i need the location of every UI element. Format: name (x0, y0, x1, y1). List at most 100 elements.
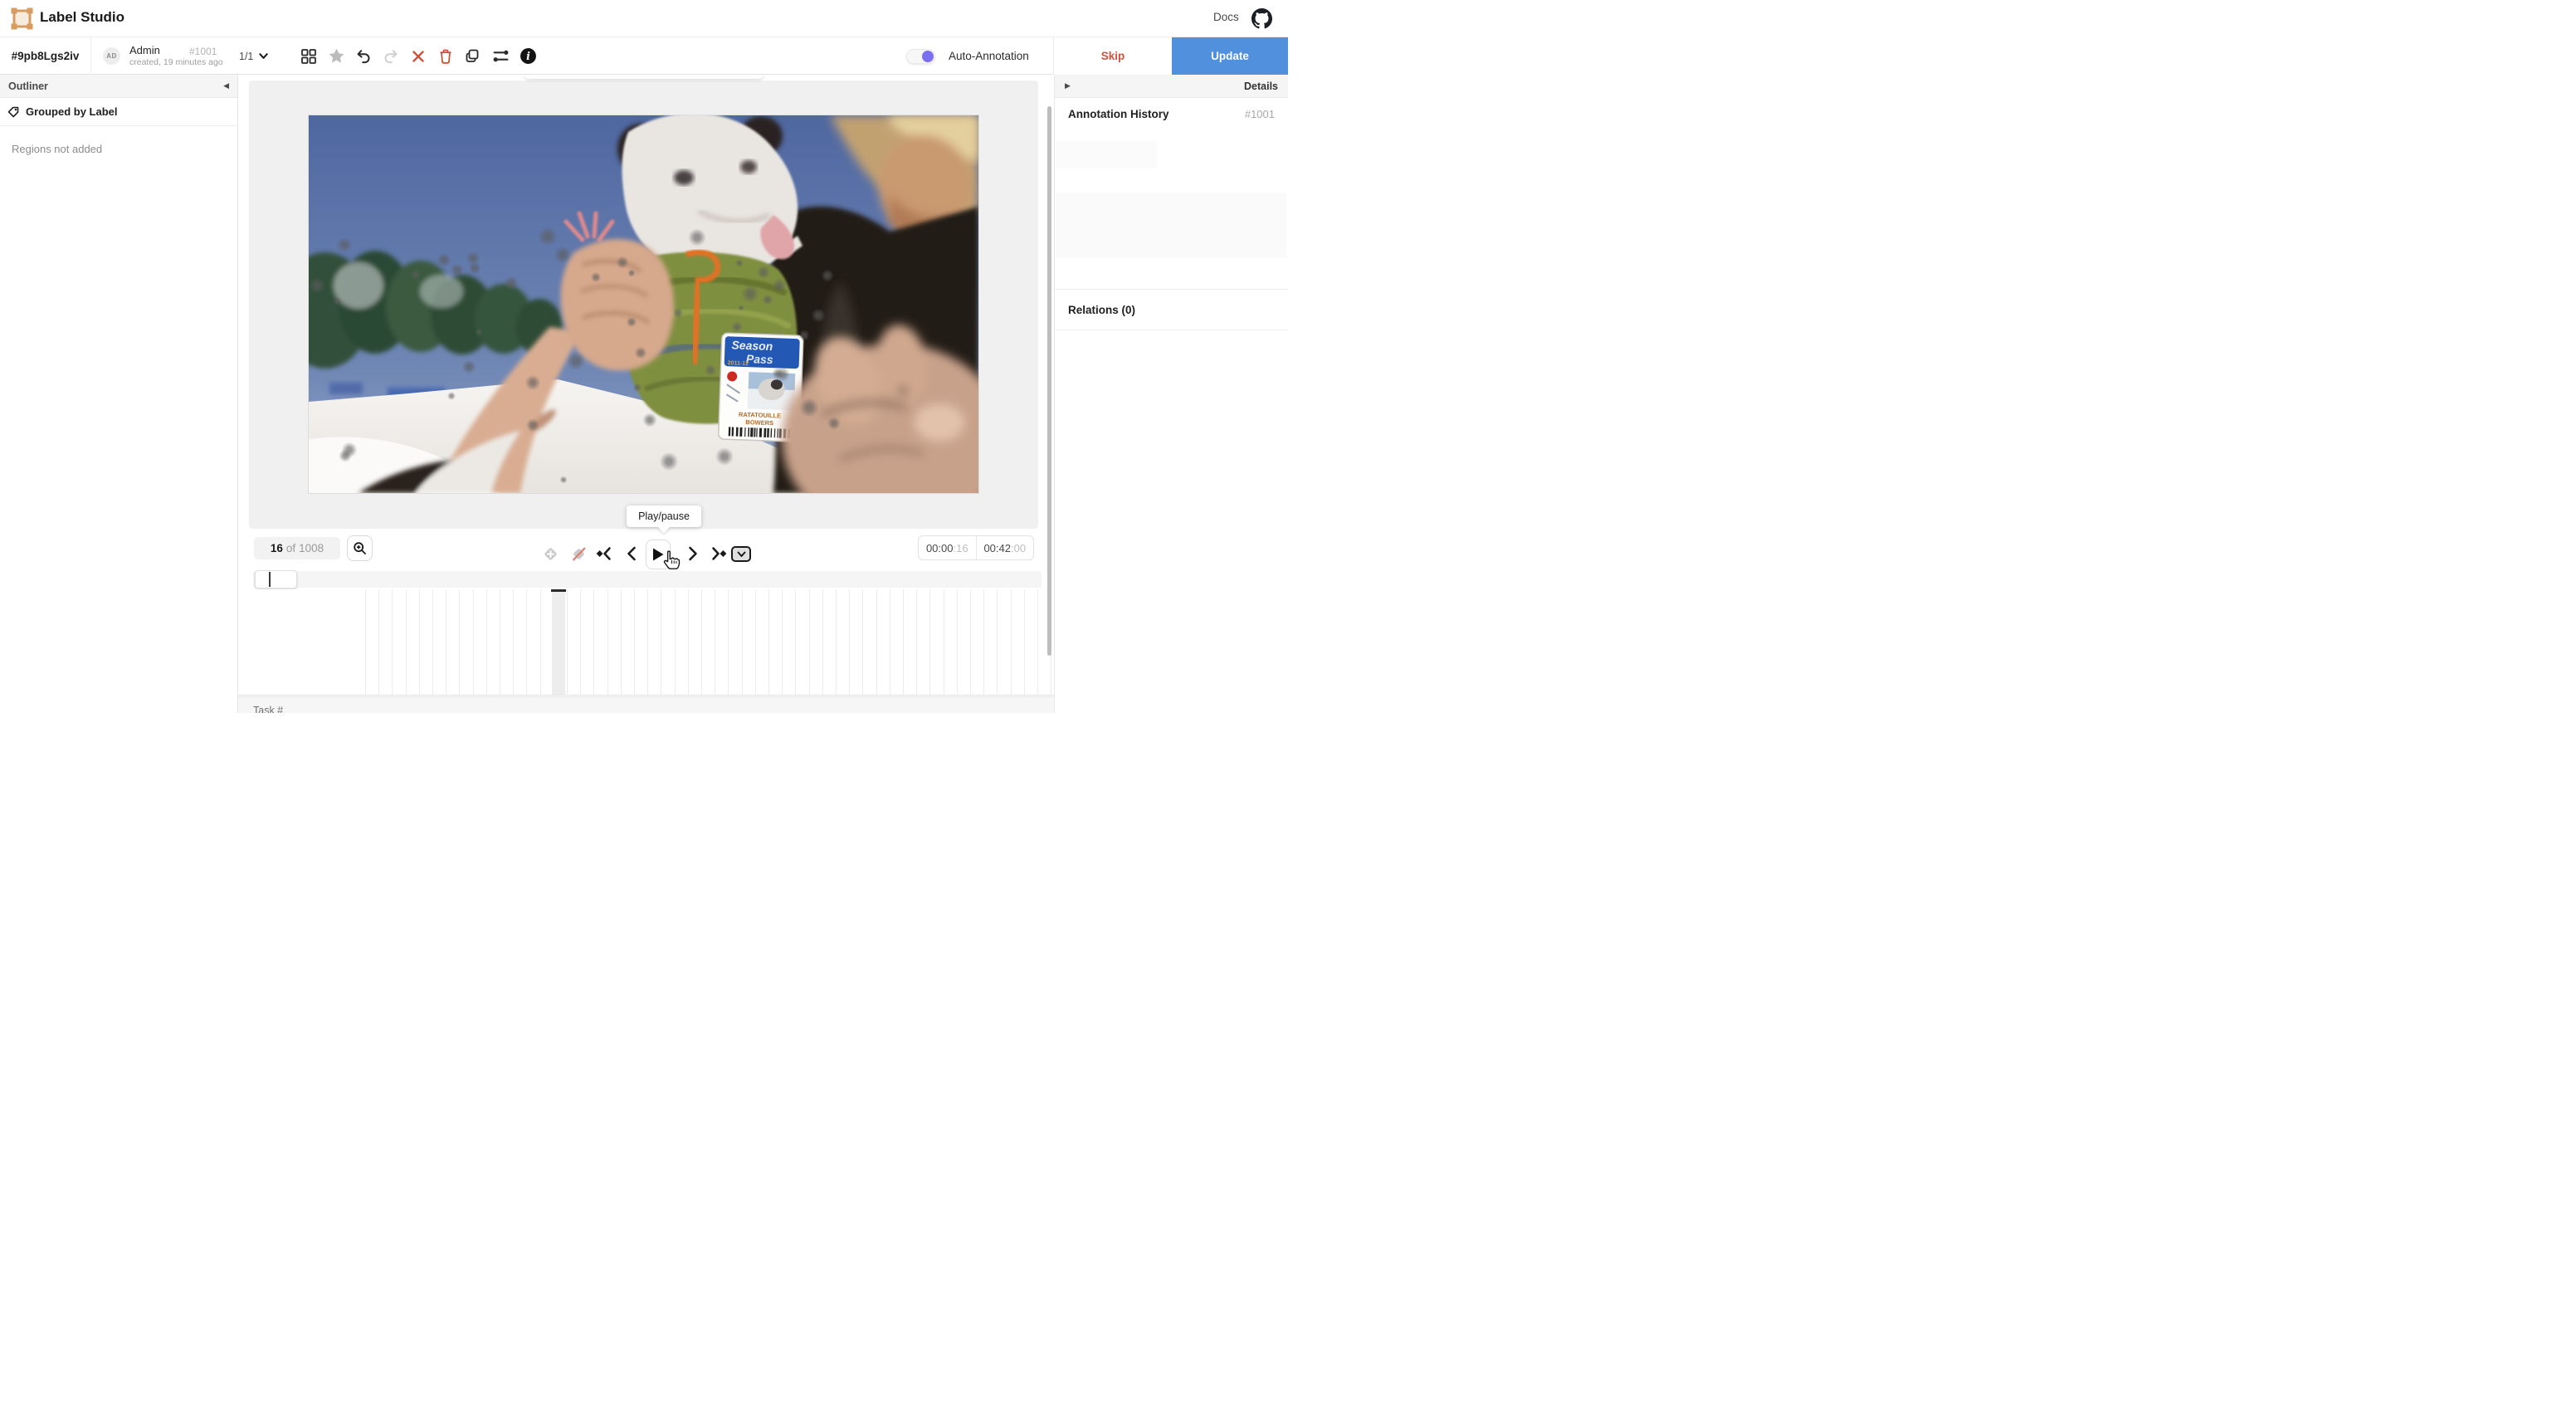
docs-link[interactable]: Docs (1213, 11, 1239, 23)
time-position: 00:00:16 (919, 536, 976, 559)
timeline-gridline (916, 589, 917, 696)
skip-button[interactable]: Skip (1053, 37, 1172, 75)
annotation-pager[interactable]: 1/1 (239, 37, 269, 75)
timeline-gridline (567, 589, 568, 696)
timeline-gridline (836, 589, 837, 696)
update-button[interactable]: Update (1172, 37, 1288, 75)
minimap-handle[interactable] (255, 570, 297, 588)
timeline-gridline (997, 589, 998, 696)
star-icon[interactable] (326, 46, 346, 66)
settings-icon[interactable] (490, 46, 510, 66)
timeline-gridline (486, 589, 487, 696)
regions-empty-message: Regions not added (0, 126, 237, 172)
timeline-gridline (701, 589, 702, 696)
timeline-gridline (580, 589, 581, 696)
timeline-gridline (432, 589, 433, 696)
github-icon[interactable] (1251, 8, 1272, 29)
toggle-track[interactable] (906, 49, 935, 64)
timeline-gridline (822, 589, 823, 696)
reject-icon[interactable] (408, 46, 428, 66)
outliner-panel: Outliner ◀ Grouped by Label Regions not … (0, 75, 238, 713)
task-bar: Task # (238, 696, 1054, 713)
timeline-gridline (540, 589, 541, 696)
timeline-gridline (392, 589, 393, 696)
duplicate-icon[interactable] (463, 46, 483, 66)
timeline-gridline (957, 589, 958, 696)
timeline-gridline (459, 589, 460, 696)
timeline-gridline (809, 589, 810, 696)
timeline-gridline (1011, 589, 1012, 696)
timeline-gridline (473, 589, 474, 696)
details-panel: ▶ Details Annotation History #1001 Relat… (1055, 75, 1288, 713)
svg-text:Season: Season (731, 338, 773, 353)
timeline-gridline (755, 589, 756, 696)
zoom-in-button[interactable] (347, 535, 373, 561)
time-display: 00:00:16 00:42:00 (918, 535, 1034, 560)
frame-counter[interactable]: 16 of 1008 (254, 537, 340, 559)
collapse-right-icon[interactable]: ▶ (1065, 81, 1071, 90)
vertical-scrollbar[interactable] (1047, 106, 1051, 656)
timeline-minimap[interactable] (253, 571, 1042, 588)
timeline-gridline (526, 589, 527, 696)
timeline-playhead-cap[interactable] (551, 589, 566, 592)
details-header: ▶ Details (1055, 75, 1288, 98)
annotation-history-id: #1001 (1245, 108, 1275, 120)
task-id: #9pb8Lgs2iv (0, 37, 91, 75)
timeline-gridline (768, 589, 769, 696)
label-studio-logo-icon (11, 7, 33, 30)
collapse-left-icon[interactable]: ◀ (223, 81, 229, 90)
timeline-gridline (607, 589, 608, 696)
keypoint-add-button[interactable] (539, 540, 562, 568)
timeline-gridline (513, 589, 514, 696)
annotation-id: #1001 (189, 46, 217, 57)
auto-annotation-toggle[interactable]: Auto-Annotation (906, 37, 1029, 75)
play-pause-button[interactable] (646, 540, 671, 569)
play-icon (652, 548, 664, 561)
timeline-gridline (929, 589, 930, 696)
next-frame-button[interactable] (681, 540, 705, 568)
timeline-gridline (634, 589, 635, 696)
timeline-grid[interactable] (238, 589, 1054, 696)
info-icon[interactable]: i (518, 46, 538, 66)
toolbar-icon-row: i (299, 37, 538, 75)
details-title: Details (1244, 81, 1278, 92)
app-title: Label Studio (40, 9, 124, 26)
timeline-gridline (795, 589, 796, 696)
annotation-history-header: Annotation History #1001 (1055, 98, 1288, 129)
keypoint-interpolation-button[interactable] (567, 540, 590, 568)
floating-toolbar-cutoff (524, 75, 764, 79)
relations-section[interactable]: Relations (0) (1055, 289, 1288, 330)
timeline-gridline (742, 589, 743, 696)
avatar: AD (103, 47, 120, 65)
pager-label: 1/1 (239, 51, 253, 62)
timeline-gridline (378, 589, 379, 696)
next-keypoint-button[interactable] (706, 540, 729, 568)
svg-text:Pass: Pass (746, 352, 773, 366)
timeline-gridline (970, 589, 971, 696)
grid-view-icon[interactable] (299, 46, 319, 66)
group-by-label-text: Grouped by Label (26, 105, 118, 118)
svg-text:i: i (526, 50, 530, 62)
timeline-gridline (1037, 589, 1038, 696)
chevron-down-icon (737, 551, 746, 558)
timeline-gridline (1024, 589, 1025, 696)
frame-current: 16 (271, 542, 283, 554)
time-length: 00:42:00 (976, 536, 1034, 559)
label-studio-window: Label Studio Docs #9pb8Lgs2iv AD Admin #… (0, 0, 1288, 713)
history-placeholder (1056, 141, 1157, 168)
previous-keypoint-button[interactable] (593, 540, 617, 568)
timeline-gridline (419, 589, 420, 696)
video-content: Season Pass 2011-12 RATATOUILLE BOWERS (309, 115, 978, 493)
minimap-seek-position (269, 572, 271, 587)
undo-icon[interactable] (354, 46, 373, 66)
timeline-gridline (782, 589, 783, 696)
playback-config-button[interactable] (731, 546, 751, 562)
history-placeholder (1056, 193, 1286, 257)
group-by-label-control[interactable]: Grouped by Label (0, 98, 237, 126)
previous-frame-button[interactable] (620, 540, 643, 568)
delete-icon[interactable] (436, 46, 456, 66)
redo-icon[interactable] (381, 46, 401, 66)
video-frame[interactable]: Season Pass 2011-12 RATATOUILLE BOWERS (309, 115, 978, 493)
annotation-history-title: Annotation History (1068, 108, 1245, 120)
chevron-down-icon (258, 51, 269, 61)
